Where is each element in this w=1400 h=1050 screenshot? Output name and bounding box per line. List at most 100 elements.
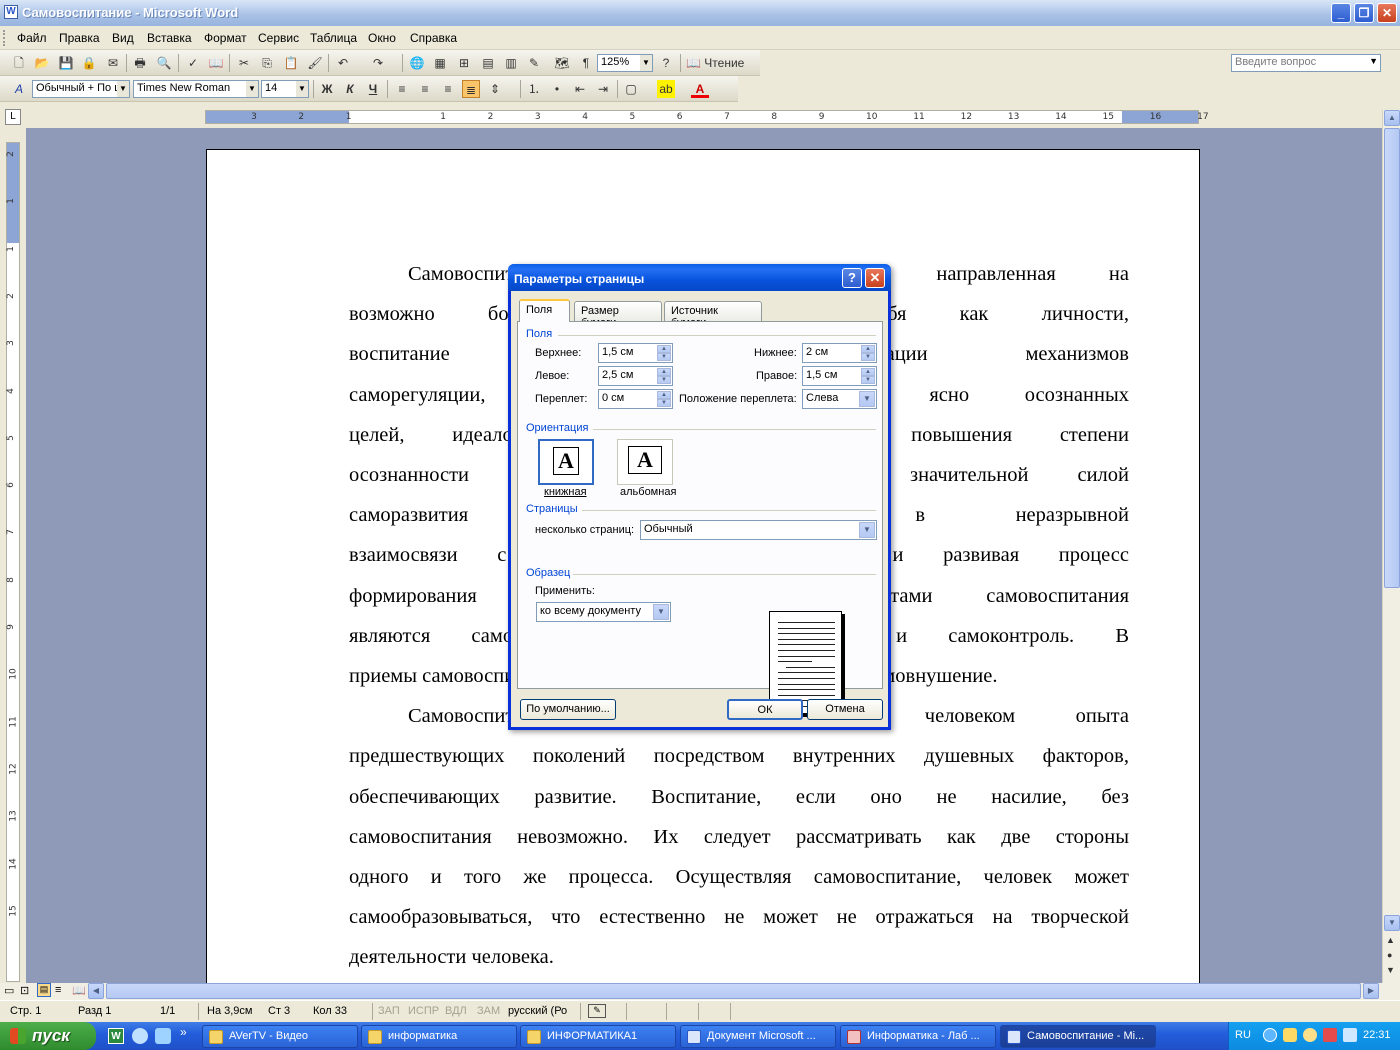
bottom-margin-input[interactable]: 2 см ▲ ▼	[802, 343, 877, 363]
numbering-icon[interactable]: ⒈	[525, 80, 543, 98]
dialog-help-button[interactable]: ?	[842, 268, 862, 288]
print-preview-icon[interactable]: 🔍	[155, 54, 173, 72]
bullets-icon[interactable]: •	[548, 80, 566, 98]
left-up-icon[interactable]: ▲	[657, 368, 671, 376]
insert-excel-icon[interactable]: ▤	[479, 54, 497, 72]
reading-view-icon[interactable]: 📖	[72, 984, 86, 997]
permission-icon[interactable]: 🔒	[80, 54, 98, 72]
status-ext[interactable]: ВДЛ	[445, 1005, 467, 1017]
menu-edit[interactable]: Правка	[59, 31, 100, 45]
menu-table[interactable]: Таблица	[310, 31, 357, 45]
menu-format[interactable]: Формат	[204, 31, 247, 45]
multiple-pages-dropdown-icon[interactable]: ▼	[859, 522, 875, 538]
document-text-line[interactable]: деятельности человека.	[349, 937, 1129, 977]
task-informatika-lab[interactable]: Информатика - Лаб ...	[840, 1025, 996, 1048]
gutter-input[interactable]: 0 см ▲ ▼	[598, 389, 673, 409]
browse-object-icon[interactable]: ●	[1387, 950, 1392, 960]
open-folder-icon[interactable]: 📂	[33, 54, 51, 72]
format-painter-icon[interactable]: 🖌	[306, 54, 324, 72]
portrait-option[interactable]: A	[538, 439, 594, 485]
gutter-down-icon[interactable]: ▼	[657, 399, 671, 407]
cancel-button[interactable]: Отмена	[807, 699, 883, 720]
document-text-line[interactable]: самообразовываться, что естественно не м…	[349, 897, 1129, 937]
document-text-line[interactable]: предшествующих поколений посредством вну…	[349, 736, 1129, 776]
task-informatika-folder[interactable]: информатика	[361, 1025, 517, 1048]
status-rec[interactable]: ЗАП	[378, 1005, 400, 1017]
menu-view[interactable]: Вид	[112, 31, 134, 45]
menu-tools[interactable]: Сервис	[258, 31, 299, 45]
document-text-line[interactable]: одного и того же процесса. Осуществляя с…	[349, 857, 1129, 897]
gutter-up-icon[interactable]: ▲	[657, 391, 671, 399]
document-text-line[interactable]: самовоспитания невозможно. Их следует ра…	[349, 817, 1129, 857]
style-select[interactable]: Обычный + По ц ▼	[32, 80, 130, 98]
outline-view-icon[interactable]: ≡	[55, 984, 61, 996]
show-formatting-icon[interactable]: ¶	[577, 54, 595, 72]
menu-window[interactable]: Окно	[368, 31, 396, 45]
font-dropdown-icon[interactable]: ▼	[246, 81, 258, 97]
right-down-icon[interactable]: ▼	[861, 376, 875, 384]
spelling-status-icon[interactable]: ✎	[588, 1004, 606, 1018]
style-dropdown-icon[interactable]: ▼	[117, 81, 129, 97]
multiple-pages-select[interactable]: Обычный ▼	[640, 520, 877, 540]
task-informatika1-folder[interactable]: ИНФОРМАТИКА1	[520, 1025, 676, 1048]
columns-icon[interactable]: ▥	[502, 54, 520, 72]
ask-dropdown-icon[interactable]: ▼	[1369, 56, 1378, 66]
bottom-up-icon[interactable]: ▲	[861, 345, 875, 353]
line-spacing-icon[interactable]: ⇕	[486, 80, 504, 98]
top-down-icon[interactable]: ▼	[657, 353, 671, 361]
gutter-position-dropdown-icon[interactable]: ▼	[859, 391, 875, 407]
insert-table-icon[interactable]: ⊞	[455, 54, 473, 72]
drawing-icon[interactable]: ✎	[525, 54, 543, 72]
print-icon[interactable]: 🖶	[131, 54, 149, 72]
right-up-icon[interactable]: ▲	[861, 368, 875, 376]
align-right-icon[interactable]: ≡	[439, 80, 457, 98]
save-icon[interactable]: 💾	[57, 54, 75, 72]
task-document-microsoft[interactable]: Документ Microsoft ...	[680, 1025, 836, 1048]
zoom-select[interactable]: 125% ▼	[597, 54, 653, 72]
reading-layout-button[interactable]: 📖 Чтение	[686, 54, 748, 72]
decrease-indent-icon[interactable]: ⇤	[571, 80, 589, 98]
hyperlink-icon[interactable]: 🌐	[408, 54, 426, 72]
research-icon[interactable]: 📖	[207, 54, 225, 72]
scroll-up-icon[interactable]: ▲	[1384, 110, 1400, 126]
tray-app-icon[interactable]	[1283, 1028, 1297, 1042]
tab-paper-size[interactable]: Размер бумаги	[574, 301, 662, 329]
default-button[interactable]: По умолчанию...	[520, 699, 616, 720]
font-select[interactable]: Times New Roman ▼	[133, 80, 259, 98]
tray-arrow-icon[interactable]	[1263, 1028, 1277, 1042]
tray-messenger-icon[interactable]	[1303, 1028, 1317, 1042]
scroll-left-icon[interactable]: ◀	[88, 983, 104, 999]
apply-to-dropdown-icon[interactable]: ▼	[653, 604, 669, 620]
help-icon[interactable]: ?	[657, 54, 675, 72]
left-margin-input[interactable]: 2,5 см ▲ ▼	[598, 366, 673, 386]
borders-icon[interactable]: ▢	[622, 80, 640, 98]
size-dropdown-icon[interactable]: ▼	[296, 81, 308, 97]
tray-volume-icon[interactable]	[1343, 1028, 1357, 1042]
scroll-right-icon[interactable]: ▶	[1363, 983, 1379, 999]
tab-paper-source[interactable]: Источник бумаги	[664, 301, 762, 329]
tray-security-icon[interactable]	[1323, 1028, 1337, 1042]
language-indicator[interactable]: RU	[1235, 1029, 1251, 1041]
normal-view-icon[interactable]: ▭	[4, 984, 14, 997]
gutter-position-select[interactable]: Слева ▼	[802, 389, 877, 409]
tables-borders-icon[interactable]: ▦	[431, 54, 449, 72]
next-page-icon[interactable]: ▼	[1386, 965, 1395, 975]
print-layout-icon[interactable]: ▤	[37, 983, 51, 997]
styles-formatting-icon[interactable]: A	[10, 80, 28, 98]
align-center-icon[interactable]: ≡	[416, 80, 434, 98]
right-margin-input[interactable]: 1,5 см ▲ ▼	[802, 366, 877, 386]
document-text-line[interactable]: обеспечивающих развитие. Воспитание, есл…	[349, 777, 1129, 817]
scroll-down-icon[interactable]: ▼	[1384, 915, 1400, 931]
spelling-icon[interactable]: ✓	[184, 54, 202, 72]
new-document-icon[interactable]: 🗋	[10, 54, 28, 72]
restore-button[interactable]: ❐	[1354, 3, 1374, 23]
italic-icon[interactable]: К	[341, 80, 359, 98]
quicklaunch-more-icon[interactable]: »	[180, 1025, 187, 1039]
font-color-icon[interactable]: A	[691, 80, 709, 98]
redo-icon[interactable]: ↷	[369, 54, 387, 72]
dialog-close-button[interactable]: ✕	[865, 268, 885, 288]
cut-icon[interactable]: ✂	[235, 54, 253, 72]
task-samovospitanie[interactable]: Самовоспитание - Mi...	[1000, 1025, 1156, 1048]
scroll-thumb[interactable]	[1384, 128, 1400, 588]
justify-icon[interactable]: ≣	[462, 80, 480, 98]
